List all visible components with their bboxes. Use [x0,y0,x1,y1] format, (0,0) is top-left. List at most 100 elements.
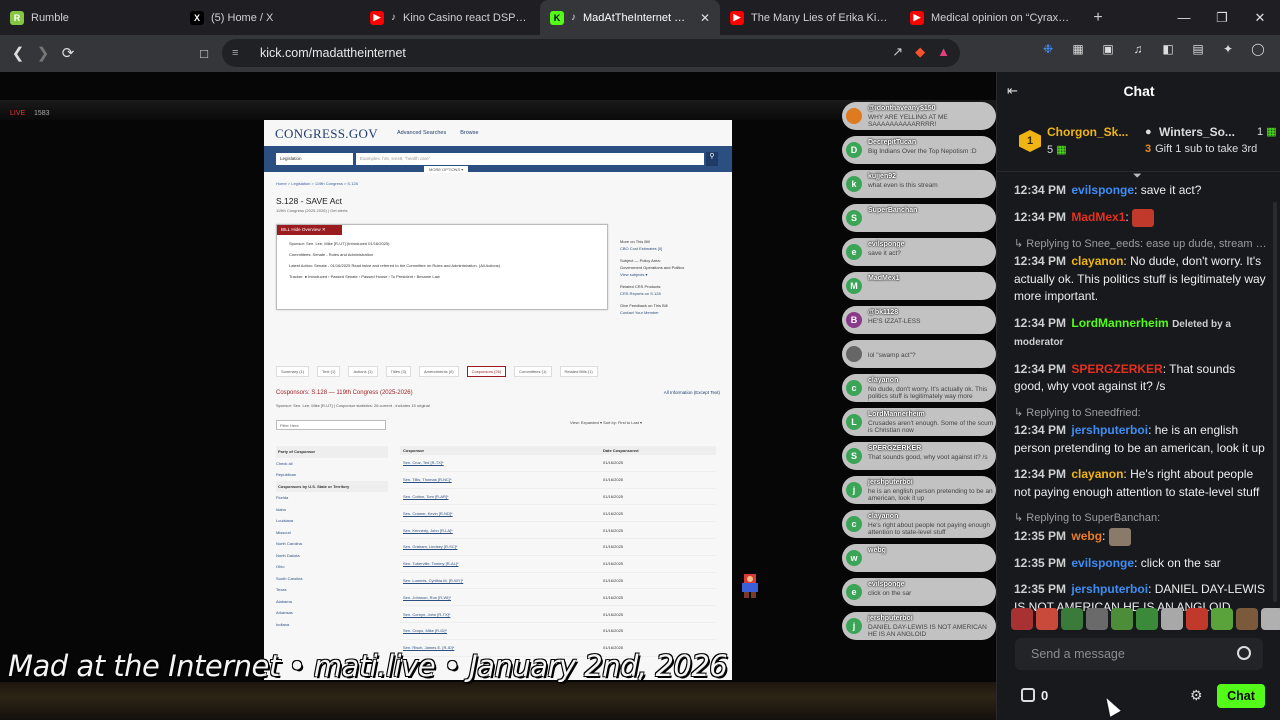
overlay-chat-message: e evilsponge click on the sar [842,578,996,606]
brave-rewards-icon[interactable]: ▲ [937,44,950,60]
message-text: : save it act? [1134,183,1202,197]
message-username[interactable]: webg [1071,529,1102,543]
message-username[interactable]: clayanon [1071,467,1123,481]
browser-tab[interactable]: ▶ Medical opinion on “Cyraxx”’s m [900,0,1083,35]
address-bar[interactable]: ≡ kick.com/madattheinternet ↗ ◆ ▲ [222,39,960,67]
table-cell: 01/16/2025 [603,561,624,567]
site-search-input: Examples: hr5, sres9, "health care" [356,153,704,165]
table-row: Sen. Kennedy, John [R-LA]* 01/16/2025 [400,522,716,539]
bill-subtab: Text (1) [317,366,341,377]
overlay-message-text: click on the sar [868,590,912,597]
overlay-avatar [846,346,862,362]
browser-tab[interactable]: ▶ ♪ Kino Casino react DSPgaming [360,0,540,35]
emote-icon[interactable] [1136,608,1158,630]
chat-message: 12:34 PM clayanon: He's right about peop… [1014,466,1267,501]
restore-icon[interactable]: ❐ [1203,0,1241,35]
message-time: 12:34 PM [1014,183,1067,197]
overview-row: Tracker: ● Introduced › Passed Senate › … [289,274,440,279]
overlay-username: kujjen92 [868,173,897,180]
table-header: Cosponsor Date Cosponsored [400,446,716,455]
minimize-icon[interactable]: — [1165,0,1203,35]
message-username[interactable]: LordMannerheim [1071,316,1168,330]
browser-tab[interactable]: R Rumble [0,0,180,35]
channel-points-icon[interactable] [1021,688,1035,702]
tab-favicon-icon: ▶ [370,10,384,25]
emote-icon[interactable] [1261,608,1280,630]
extensions-puzzle-icon[interactable]: ▦ [1070,41,1086,57]
screenshot-icon[interactable]: ▣ [1100,41,1116,57]
share-icon[interactable]: ↗ [892,44,903,60]
overlay-username: DecrepitTucan [868,139,917,146]
tab-title: The Many Lies of Erika Kirk Pt.1 [751,11,890,24]
forward-arrow-icon[interactable]: ❯ [30,40,56,66]
extension-globe-icon[interactable]: ❉ [1040,41,1056,57]
sidebar-toggle-icon[interactable]: ◧ [1160,41,1176,57]
reply-text: Replying to SuperBanchan: [1026,512,1161,524]
media-controls-icon[interactable]: ♫ [1130,41,1146,57]
emoji-picker-icon[interactable] [1237,646,1251,660]
emote-icon[interactable] [1186,608,1208,630]
chat-input-placeholder: Send a message [1031,647,1125,661]
overlay-chat-message: c clayanon He's right about people not pay… [842,510,996,538]
site-search-band: Legislation Examples: hr5, sres9, "healt… [264,146,732,172]
chat-settings-icon[interactable]: ⚙ [1190,687,1203,704]
site-settings-icon[interactable]: ≡ [232,47,248,59]
cosponsor-filter: Filter Here [276,420,386,430]
facet-item: Missouri [276,529,291,535]
reload-icon[interactable]: ⟳ [55,40,81,66]
message-username[interactable]: evilsponge [1071,556,1134,570]
tab-muted-icon[interactable]: ♪ [571,12,576,23]
collapse-chat-icon[interactable]: ⇤ [1007,83,1018,99]
emote-icon[interactable] [1111,608,1133,630]
bill-info-line: More on This Bill [620,239,650,244]
emote-icon[interactable] [1211,608,1233,630]
tab-title: Kino Casino react DSPgaming [403,11,530,24]
brave-shield-icon[interactable]: ◆ [915,44,925,60]
emote-icon[interactable] [1036,608,1058,630]
browser-tab[interactable]: ▶ The Many Lies of Erika Kirk Pt.1 [720,0,900,35]
overlay-username: evilsponge [868,241,905,248]
message-username[interactable]: clayanon [1071,254,1123,268]
bill-subtab: Related Bills (1) [559,366,598,377]
emote-icon[interactable] [1011,608,1033,630]
table-cell: Sen. Crapo, Mike [R-ID]* [403,628,448,634]
table-cell: 01/16/2025 [603,527,624,533]
overlay-chat-message: j jershputerboi DANIEL DAY-LEWIS IS NOT AM… [842,612,996,640]
emote-icon[interactable] [1086,608,1108,630]
wallet-icon[interactable]: ▤ [1190,41,1206,57]
bill-subtab: Amendments (0) [419,366,459,377]
site-nav-links: Advanced Searches Browse [397,130,479,136]
overlay-avatar: w [846,550,862,566]
bill-info-line: Related CRS Products: [620,284,662,289]
table-cell: 01/16/2025 [603,628,624,634]
gift-sub-cta[interactable]: 3 Gift 1 sub to take 3rd [1145,143,1257,155]
message-username[interactable]: MadMex1 [1071,210,1125,224]
back-arrow-icon[interactable]: ❮ [5,40,31,66]
message-time: 12:35 PM [1014,555,1067,570]
emote-icon[interactable] [1236,608,1258,630]
bookmark-icon[interactable]: □ [191,40,217,66]
browser-tab[interactable]: K ♪ MadAtTheInternet Stream ✕ [540,0,720,35]
tab-muted-icon[interactable]: ♪ [391,12,396,23]
tab-close-icon[interactable]: ✕ [700,11,710,25]
send-chat-button[interactable]: Chat [1217,684,1265,708]
browser-tab[interactable]: X (5) Home / X [180,0,360,35]
video-player[interactable]: LIVE 1583 CONGRESS.GOV Advanced Searches… [0,72,996,720]
message-username[interactable]: SPERGZERKER [1071,362,1162,376]
plus-icon[interactable]: + [1083,9,1113,27]
message-username[interactable]: jershputerboi [1071,582,1148,596]
chat-input[interactable]: Send a message [1015,638,1263,670]
overlay-message-text: DANIEL DAY-LEWIS IS NOT AMERICAN HE IS A… [868,624,987,638]
vpn-shield-icon[interactable]: ◯ [1250,41,1266,57]
chat-scrollbar[interactable] [1273,202,1277,602]
emote-icon[interactable] [1161,608,1183,630]
close-icon[interactable]: ✕ [1241,0,1279,35]
emote-icon[interactable] [1061,608,1083,630]
message-username[interactable]: jershputerboi [1071,423,1148,437]
table-cell: Sen. Cramer, Kevin [R-ND]* [403,510,453,516]
bill-info-line: Subject — Policy Area: [620,258,661,263]
table-row: Sen. Cotton, Tom [R-AR]* 01/16/2025 [400,489,716,506]
table-cell: Sen. Lummis, Cynthia M. [R-WY]* [403,577,464,583]
leo-ai-icon[interactable]: ✦ [1220,41,1236,57]
message-username[interactable]: evilsponge [1071,183,1134,197]
